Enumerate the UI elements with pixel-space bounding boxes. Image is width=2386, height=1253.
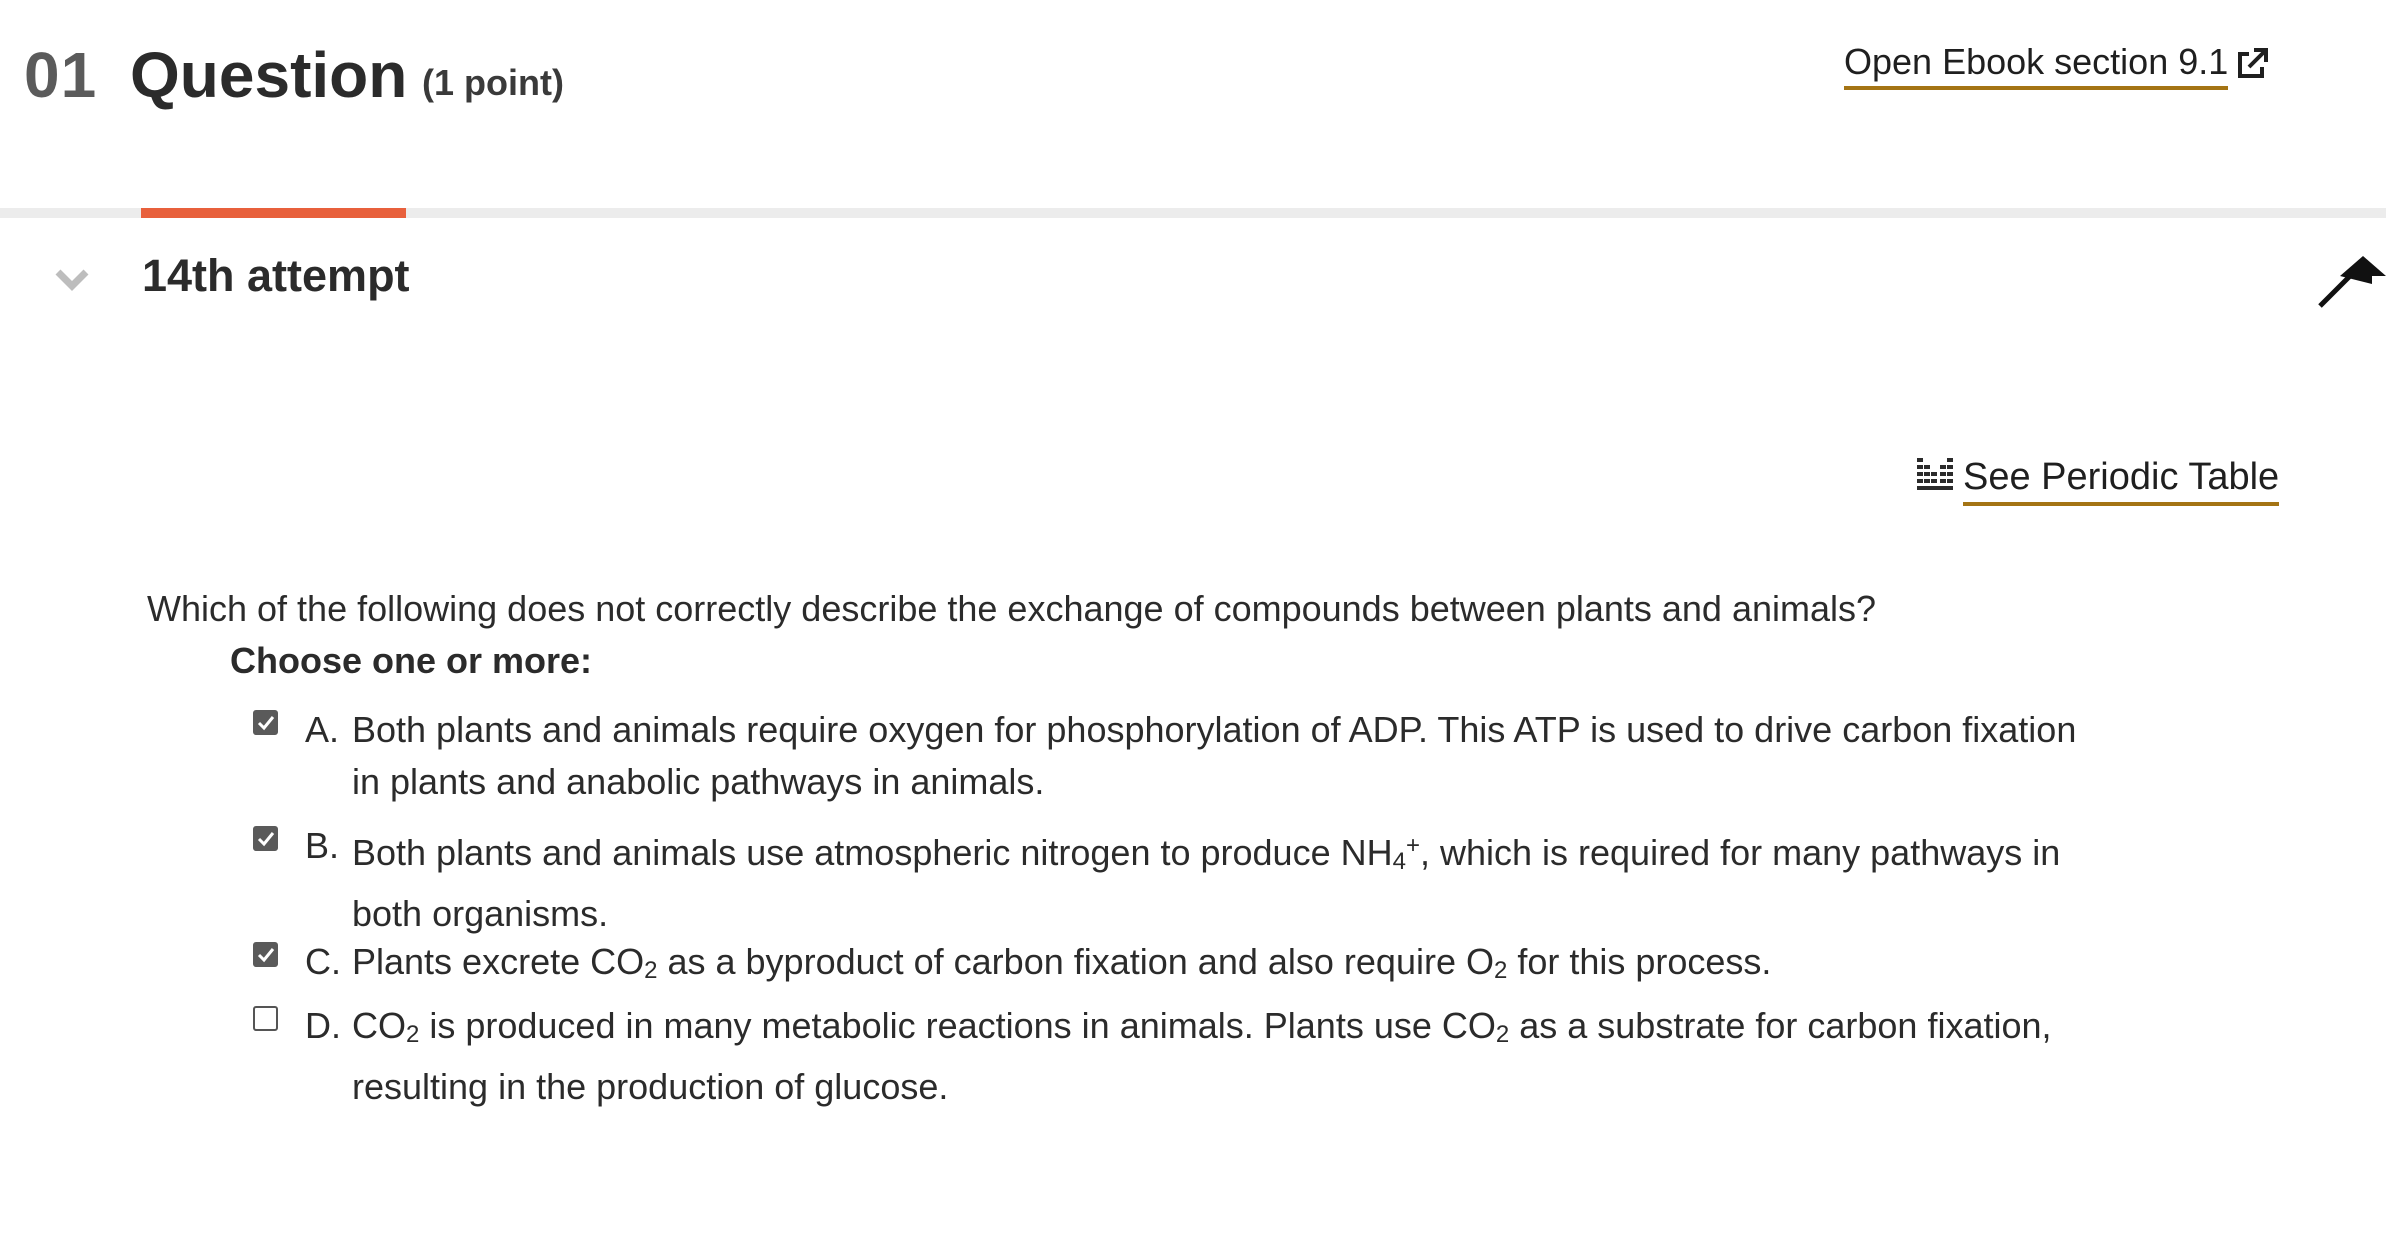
option-b-checkbox[interactable] (253, 826, 278, 851)
question-points: (1 point) (422, 62, 564, 103)
question-number: 01 (24, 39, 98, 111)
external-link-icon[interactable] (2234, 46, 2270, 82)
question-text: Which of the following does not correctl… (147, 588, 1877, 629)
periodic-table-icon[interactable] (1916, 456, 1954, 494)
open-ebook-link[interactable]: Open Ebook section 9.1 (1844, 40, 2229, 90)
chevron-down-icon[interactable] (52, 264, 92, 298)
option-a-checkbox[interactable] (253, 710, 278, 735)
arrow-up-icon[interactable] (2316, 250, 2386, 310)
option-letter: C. (305, 941, 341, 982)
question-instruction: Choose one or more: (230, 640, 593, 681)
option-c-checkbox[interactable] (253, 942, 278, 967)
question-title: Question (130, 39, 408, 111)
attempt-progress-accent (141, 208, 406, 218)
option-letter: B. (305, 825, 340, 866)
option-text: Plants excrete CO2 as a byproduct of car… (352, 941, 1772, 984)
option-text: Both plants and animals use atmospheric … (352, 832, 2061, 934)
attempt-label[interactable]: 14th attempt (142, 250, 410, 302)
see-periodic-table-link[interactable]: See Periodic Table (1963, 454, 2280, 506)
question-header: 01 Question (1 point) Open Ebook section… (0, 0, 2386, 205)
option-d-checkbox[interactable] (253, 1006, 278, 1031)
option-letter: A. (305, 709, 340, 750)
option-text: CO2 is produced in many metabolic reacti… (352, 1005, 2052, 1107)
option-letter: D. (305, 1005, 341, 1046)
option-text: Both plants and animals require oxygen f… (352, 709, 2077, 802)
